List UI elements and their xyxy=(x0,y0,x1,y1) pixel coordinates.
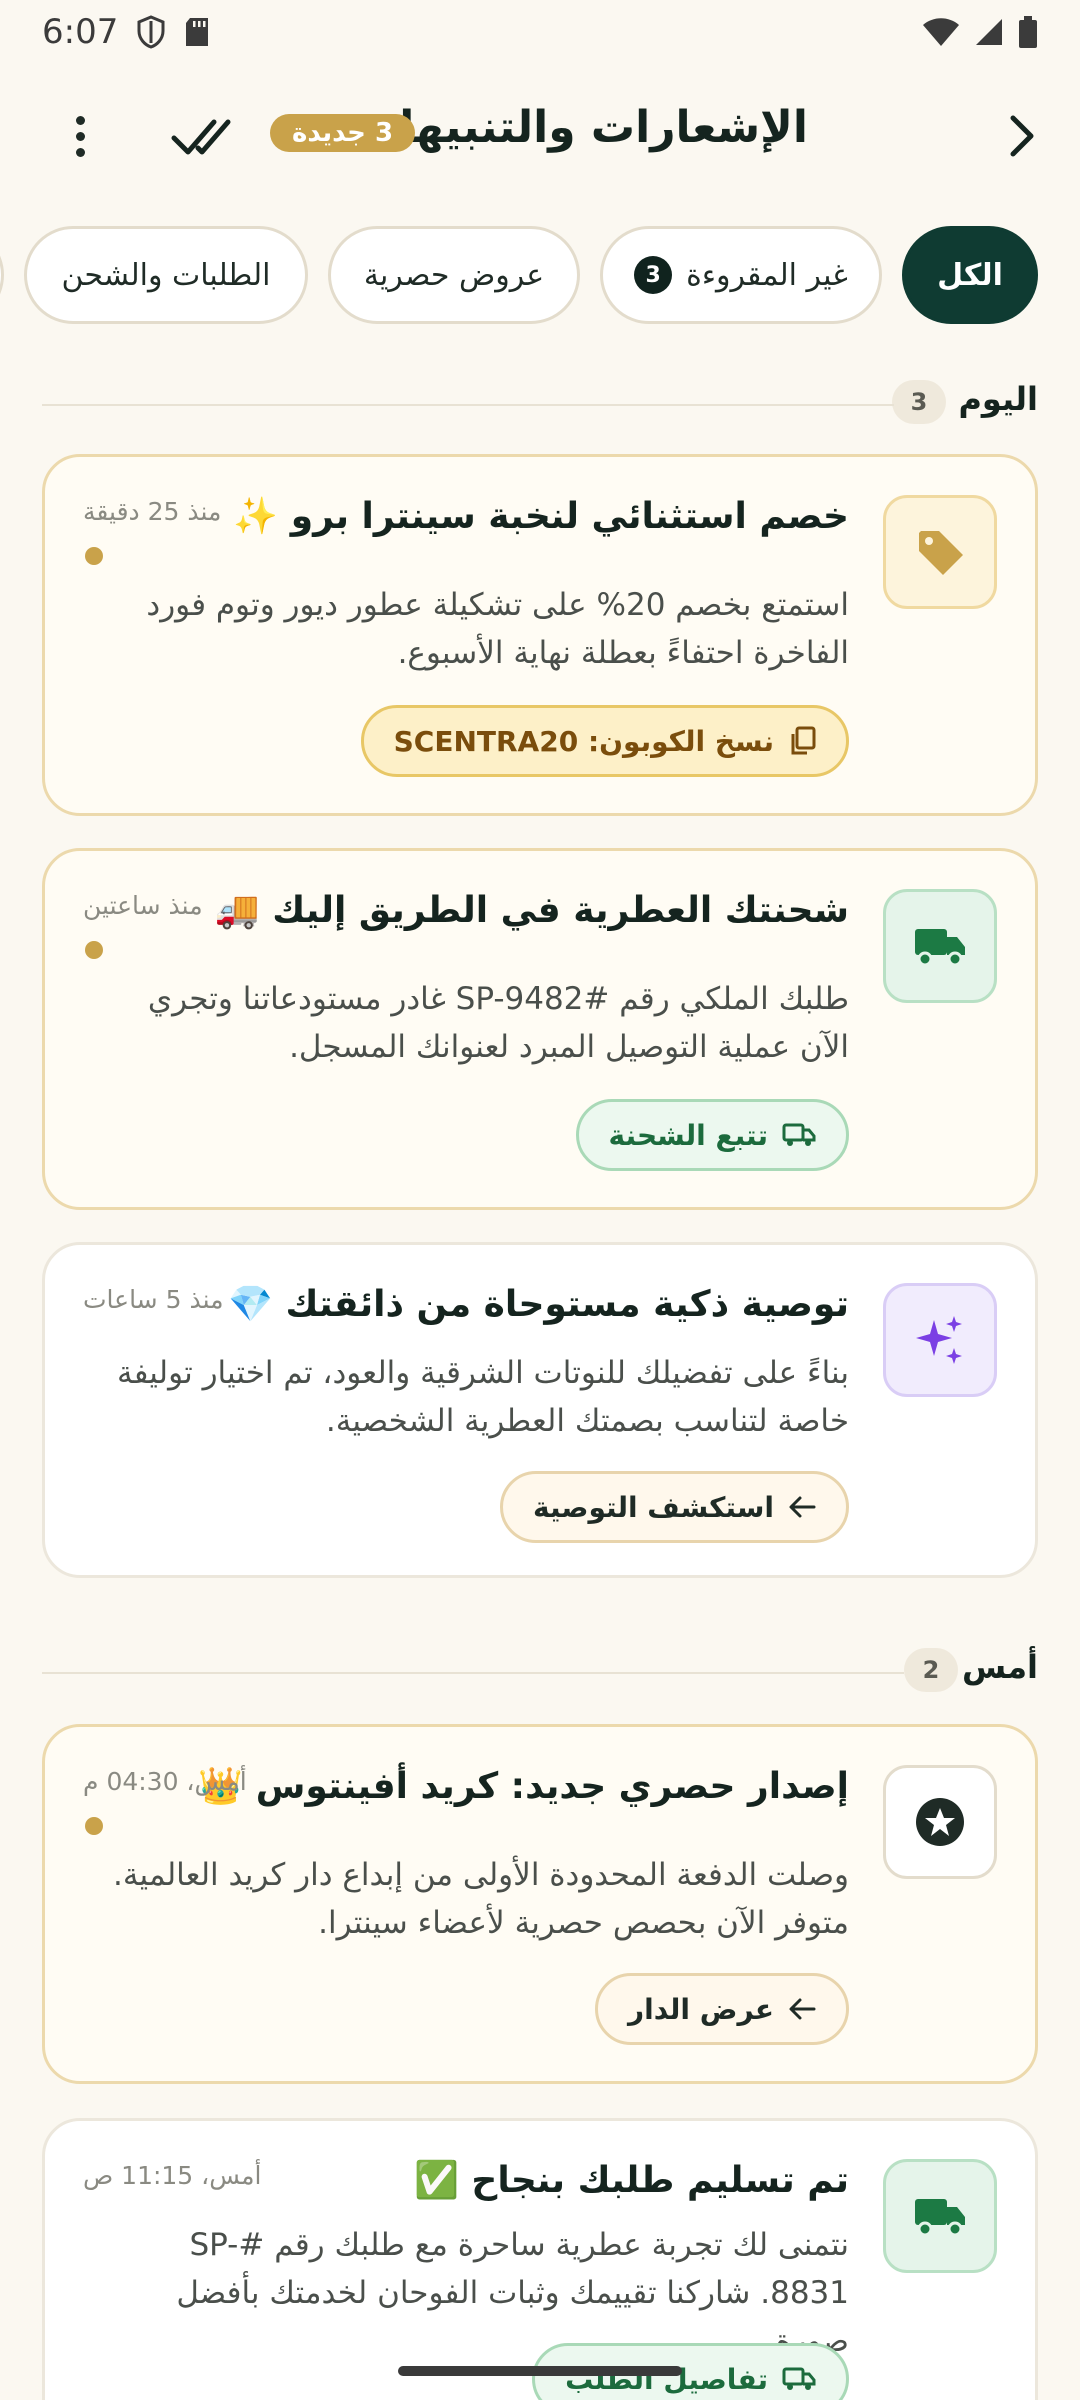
section-header-today: اليوم 3 xyxy=(42,376,1038,432)
back-button[interactable] xyxy=(994,108,1050,164)
notification-body: بناءً على تفضيلك للنوتات الشرقية والعود،… xyxy=(116,1355,849,1439)
notification-icon xyxy=(883,1283,997,1397)
new-count-badge: 3 جديدة xyxy=(270,114,416,152)
double-check-icon xyxy=(171,119,231,155)
section-title: اليوم xyxy=(958,380,1038,418)
mark-all-read-button[interactable] xyxy=(170,112,234,160)
home-indicator[interactable] xyxy=(398,2366,682,2376)
notification-icon xyxy=(883,1765,997,1879)
battery-icon xyxy=(1019,16,1037,48)
section-divider xyxy=(42,1672,904,1674)
unread-dot xyxy=(85,1817,103,1835)
more-vertical-icon xyxy=(75,115,85,125)
copy-icon xyxy=(791,726,816,755)
star-icon xyxy=(916,1798,964,1846)
explore-recommendation-button[interactable]: استكشف التوصية xyxy=(500,1471,849,1543)
chevron-right-icon xyxy=(1010,115,1034,157)
unread-dot xyxy=(85,547,103,565)
unread-count-badge: 3 xyxy=(634,256,673,294)
notification-title: شحنتك العطرية في الطريق إليك 🚚 xyxy=(214,890,849,931)
notification-icon xyxy=(883,889,997,1003)
section-divider xyxy=(42,404,894,406)
notification-time: أمس، 04:30 م xyxy=(83,1767,247,1796)
arrow-left-icon xyxy=(789,1496,816,1518)
notification-card[interactable]: إصدار حصري جديد: كريد أفينتوس 👑 أمس، 04:… xyxy=(42,1724,1038,2084)
signal-icon xyxy=(976,19,1002,45)
app-bar: الإشعارات والتنبيهات 3 جديدة xyxy=(0,100,1080,172)
track-shipment-button[interactable]: تتبع الشحنة xyxy=(575,1099,849,1171)
sd-card-icon xyxy=(186,18,209,46)
view-house-button[interactable]: عرض الدار xyxy=(595,1973,849,2045)
truck-outline-icon xyxy=(782,1123,816,1146)
filter-chip-more[interactable] xyxy=(0,226,4,324)
status-bar: 6:07 xyxy=(0,0,1080,64)
sparkles-icon xyxy=(916,1316,962,1364)
wifi-icon xyxy=(923,18,959,46)
filter-chips: الكل غير المقروءة 3 عروض حصرية الطلبات و… xyxy=(0,226,1080,326)
tag-icon xyxy=(919,531,963,575)
notification-body: طلبك الملكي رقم #SP-9482 غادر مستودعاتنا… xyxy=(147,981,849,1065)
notification-title: توصية ذكية مستوحاة من ذائقتك 💎 xyxy=(228,1284,849,1325)
notification-title: خصم استثنائي لنخبة سينترا برو ✨ xyxy=(233,496,849,537)
notification-body: وصلت الدفعة المحدودة الأولى من إبداع دار… xyxy=(112,1857,849,1941)
notification-card[interactable]: شحنتك العطرية في الطريق إليك 🚚 منذ ساعتي… xyxy=(42,848,1038,1210)
truck-outline-icon xyxy=(782,2367,816,2390)
section-title: أمس xyxy=(961,1648,1038,1686)
notification-card[interactable]: توصية ذكية مستوحاة من ذائقتك 💎 منذ 5 ساع… xyxy=(42,1242,1038,1578)
notification-card[interactable]: خصم استثنائي لنخبة سينترا برو ✨ منذ 25 د… xyxy=(42,454,1038,816)
status-time: 6:07 xyxy=(42,12,119,52)
notification-icon xyxy=(883,2159,997,2273)
shield-icon xyxy=(137,15,165,49)
copy-coupon-button[interactable]: نسخ الكوبون: SCENTRA20 xyxy=(360,705,849,777)
truck-icon xyxy=(915,929,965,967)
arrow-left-icon xyxy=(789,1998,816,2020)
notification-time: منذ ساعتين xyxy=(83,891,203,920)
more-menu-button[interactable] xyxy=(60,108,100,164)
notification-card[interactable]: تم تسليم طلبك بنجاح ✅ أمس، 11:15 ص نتمنى… xyxy=(42,2118,1038,2400)
filter-chip-exclusive-offers[interactable]: عروض حصرية xyxy=(328,226,580,324)
notification-body: استمتع بخصم 20% على تشكيلة عطور ديور وتو… xyxy=(146,587,849,671)
section-count: 3 xyxy=(892,380,946,424)
filter-chip-orders-shipping[interactable]: الطلبات والشحن xyxy=(24,226,308,324)
notification-title: إصدار حصري جديد: كريد أفينتوس 👑 xyxy=(198,1766,849,1807)
filter-chip-unread[interactable]: غير المقروءة 3 xyxy=(600,226,882,324)
notification-icon xyxy=(883,495,997,609)
notification-title: تم تسليم طلبك بنجاح ✅ xyxy=(414,2160,849,2201)
section-count: 2 xyxy=(904,1648,958,1692)
unread-dot xyxy=(85,941,103,959)
notification-time: أمس، 11:15 ص xyxy=(83,2161,262,2190)
notification-time: منذ 5 ساعات xyxy=(83,1285,224,1314)
notification-time: منذ 25 دقيقة xyxy=(83,497,222,526)
section-header-yesterday: أمس 2 xyxy=(42,1644,1038,1700)
truck-icon xyxy=(915,2199,965,2237)
page-title: الإشعارات والتنبيهات xyxy=(355,102,808,153)
filter-chip-all[interactable]: الكل xyxy=(902,226,1038,324)
